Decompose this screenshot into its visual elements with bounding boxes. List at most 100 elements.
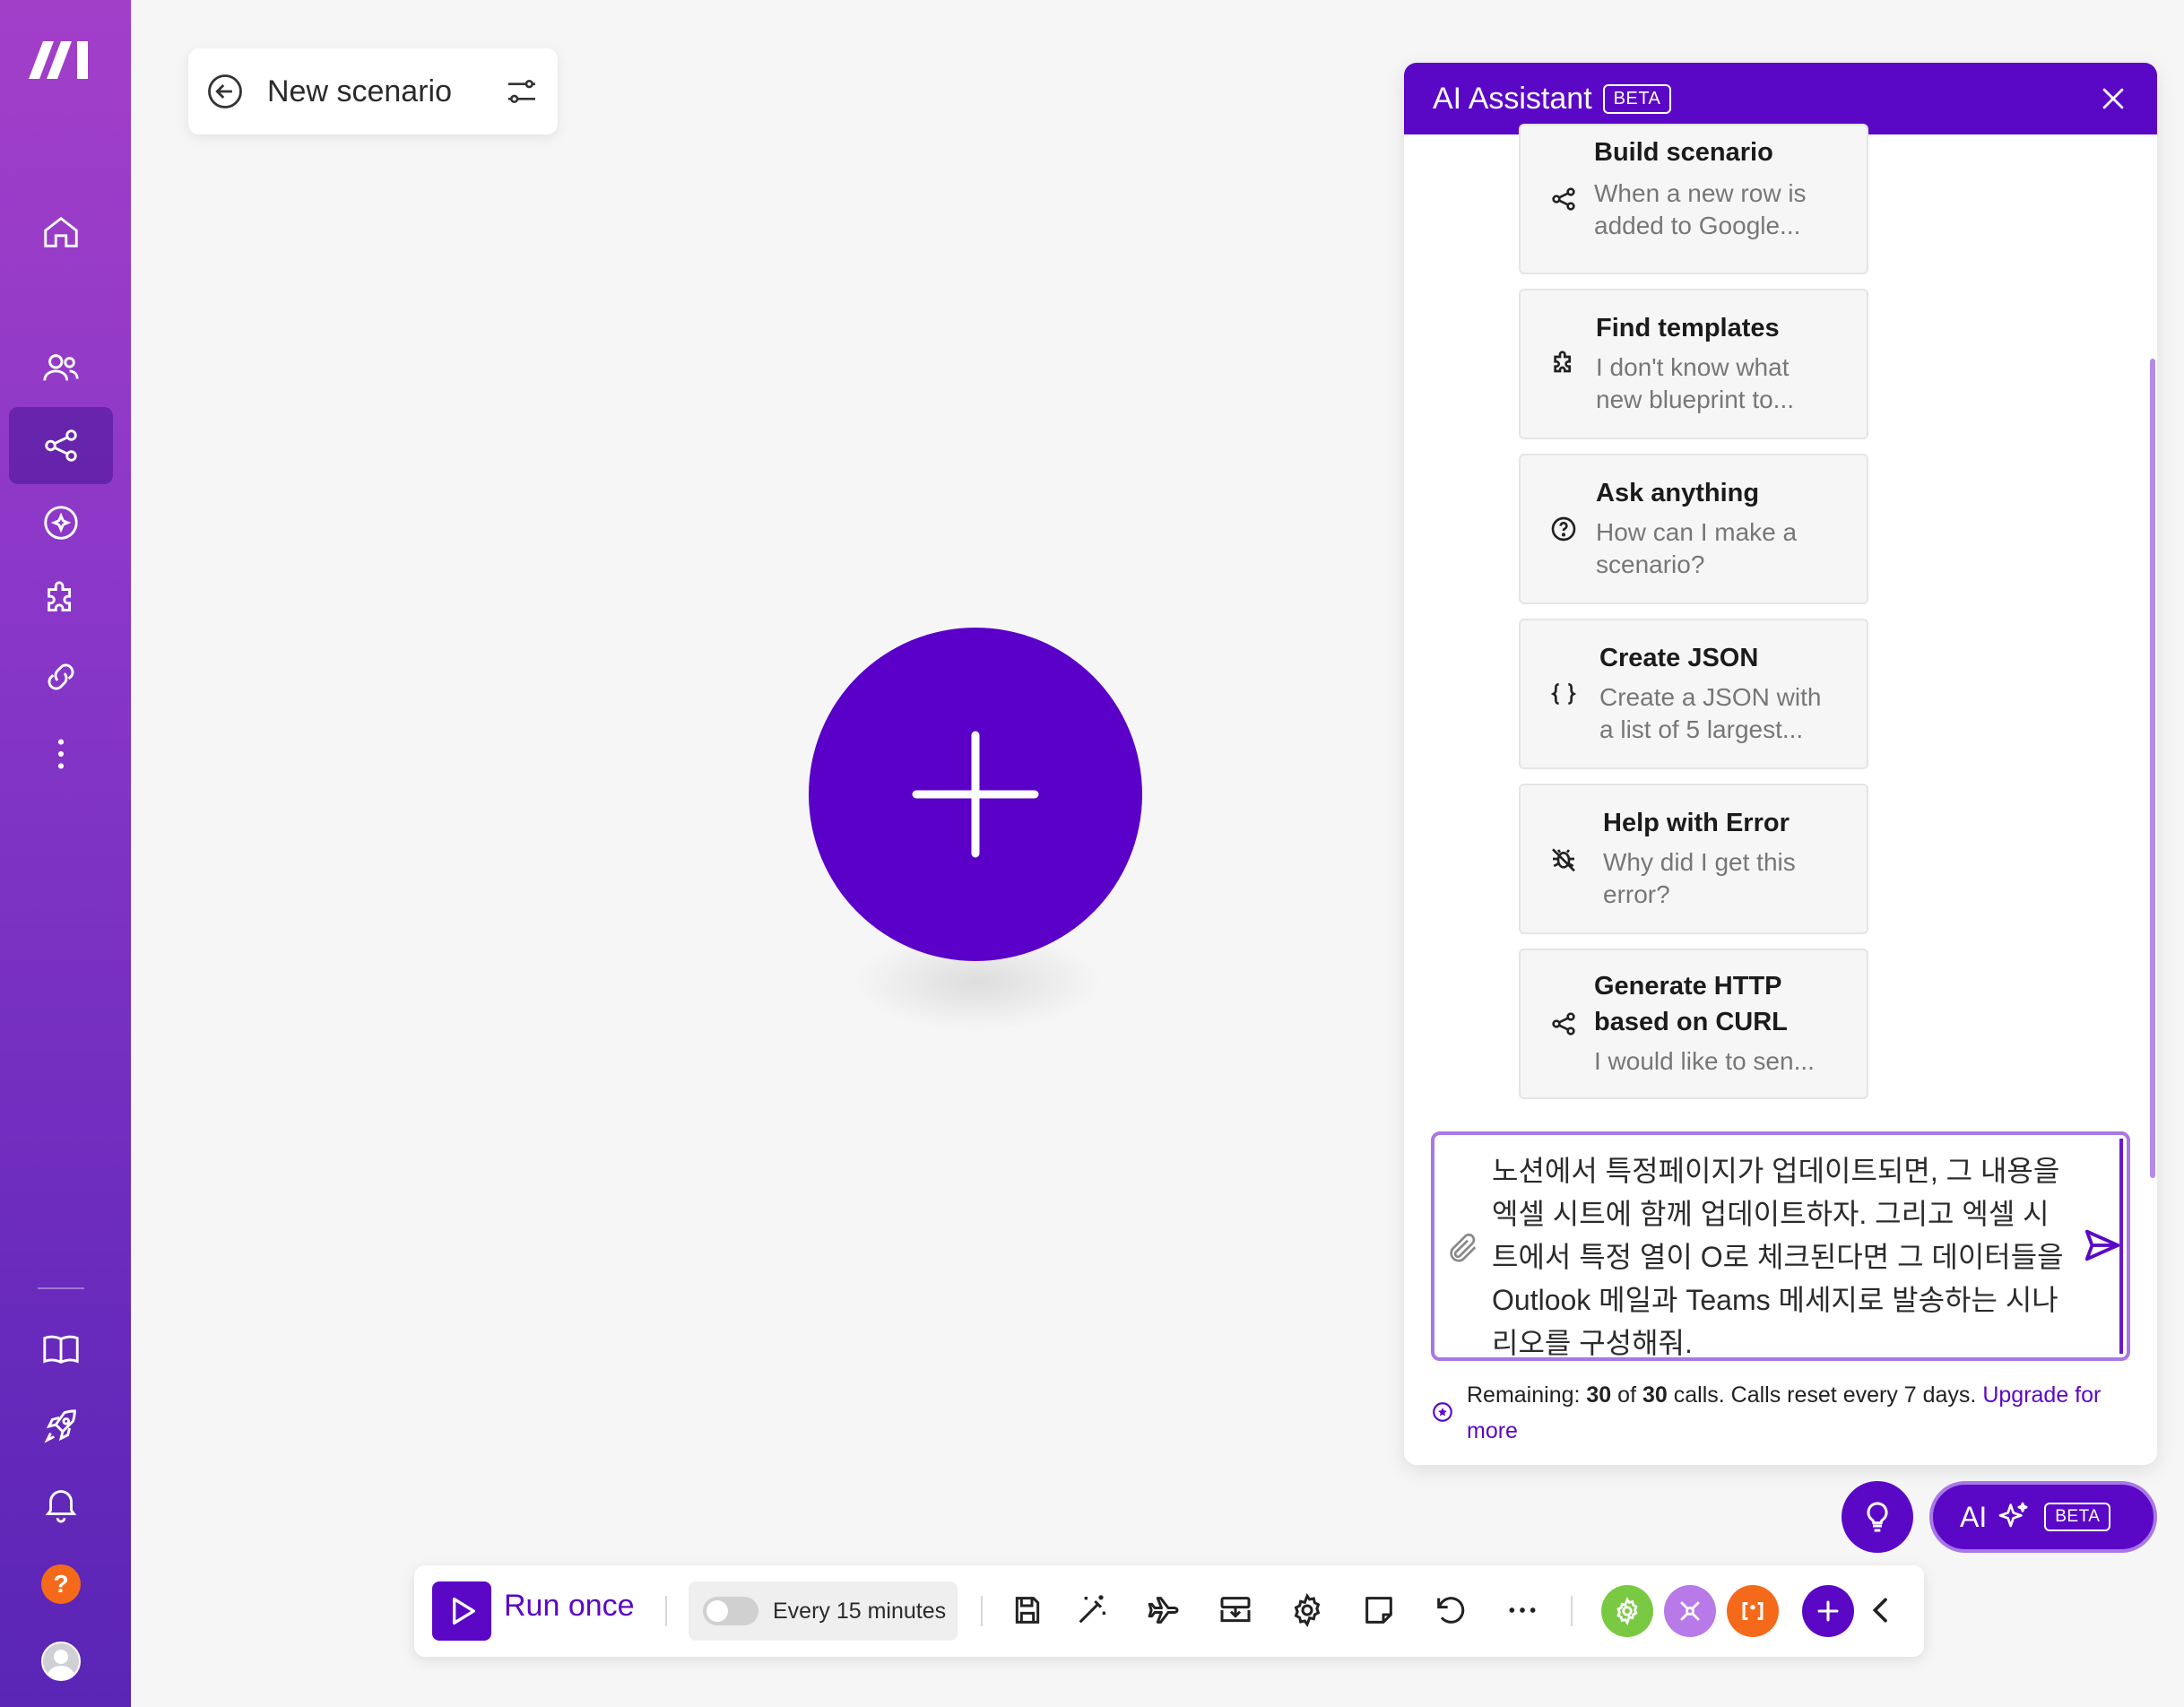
avatar xyxy=(41,1642,81,1681)
sidebar-scenarios[interactable] xyxy=(9,407,113,484)
book-icon xyxy=(43,1335,79,1364)
tips-button[interactable] xyxy=(1842,1481,1913,1553)
remaining-suffix: calls. Calls reset every 7 days. xyxy=(1673,1382,1977,1408)
sidebar-profile[interactable] xyxy=(9,1623,113,1700)
auto-align-button[interactable] xyxy=(1072,1590,1112,1630)
share-icon xyxy=(45,429,77,462)
sidebar-notifications[interactable] xyxy=(9,1465,113,1542)
settings-button[interactable] xyxy=(1287,1590,1327,1630)
collapse-toolbar-button[interactable] xyxy=(1861,1590,1901,1630)
textarea-scrollbar[interactable] xyxy=(2119,1139,2123,1354)
more-vertical-icon xyxy=(57,739,65,769)
add-first-module-button[interactable] xyxy=(809,628,1142,961)
beta-badge: BETA xyxy=(1602,83,1672,114)
ai-globe-icon xyxy=(44,506,78,540)
sidebar-templates[interactable] xyxy=(9,561,113,638)
scenario-title[interactable]: New scenario xyxy=(267,74,504,109)
suggestion-card-help-with-error[interactable]: Help with Error Why did I get this error… xyxy=(1519,784,1868,934)
remaining-calls-text: Remaining: 30 of 30 calls. Calls reset e… xyxy=(1467,1377,2130,1449)
explain-flow-button[interactable] xyxy=(1144,1590,1183,1630)
card-description: Create a JSON with a list of 5 largest..… xyxy=(1599,683,1822,743)
sidebar-connections[interactable] xyxy=(9,638,113,715)
schedule-toggle[interactable] xyxy=(703,1597,758,1625)
share-icon xyxy=(1552,187,1575,211)
make-logo[interactable] xyxy=(27,34,95,84)
prompt-textarea[interactable]: 노션에서 특정페이지가 업데이트되면, 그 내용을 엑셀 시트에 함께 업데이트… xyxy=(1431,1131,2130,1361)
star-badge-icon xyxy=(1433,1402,1452,1422)
card-description: I don't know what new blueprint to... xyxy=(1596,353,1795,413)
suggestion-card-find-templates[interactable]: Find templates I don't know what new blu… xyxy=(1519,289,1868,439)
flow-control-button[interactable] xyxy=(1664,1585,1716,1637)
back-arrow-icon[interactable] xyxy=(206,73,244,110)
sidebar-divider xyxy=(38,1287,84,1289)
chevron-left-icon xyxy=(1872,1598,1887,1623)
sidebar-home[interactable] xyxy=(9,194,113,271)
more-horizontal-icon xyxy=(1509,1607,1536,1613)
inbox-icon xyxy=(1220,1597,1251,1623)
sidebar: ? xyxy=(0,0,131,1707)
scenario-io-button[interactable] xyxy=(1216,1590,1255,1630)
scenario-header: New scenario xyxy=(188,48,558,134)
lightbulb-icon xyxy=(1867,1502,1888,1532)
more-button[interactable] xyxy=(1503,1590,1542,1630)
question-icon xyxy=(1551,516,1576,542)
save-button[interactable] xyxy=(1008,1590,1047,1630)
send-icon[interactable] xyxy=(2082,1225,2123,1266)
puzzle-icon xyxy=(1554,351,1571,373)
sidebar-whats-new[interactable] xyxy=(9,1388,113,1465)
scenario-toolbar: Run once Every 15 minutes xyxy=(414,1565,1924,1657)
undo-button[interactable] xyxy=(1431,1590,1470,1630)
card-title: Ask anything xyxy=(1596,479,1760,507)
puzzle-icon xyxy=(48,581,72,611)
home-icon xyxy=(44,216,78,247)
ai-assistant-button[interactable]: AI BETA xyxy=(1929,1481,2157,1553)
run-once-label[interactable]: Run once xyxy=(504,1589,635,1624)
tools-button[interactable] xyxy=(1601,1585,1653,1637)
plus-icon xyxy=(912,731,1039,858)
paperclip-icon[interactable] xyxy=(1445,1230,1481,1266)
sidebar-more[interactable] xyxy=(9,715,113,793)
card-description: Why did I get this error? xyxy=(1603,848,1796,908)
braces-icon xyxy=(1550,683,1577,705)
undo-icon xyxy=(1437,1597,1465,1624)
text-parser-button[interactable] xyxy=(1727,1585,1779,1637)
play-icon xyxy=(453,1598,475,1625)
sidebar-team[interactable] xyxy=(9,330,113,407)
panel-scrollbar[interactable] xyxy=(2150,359,2155,1178)
toolbar-divider xyxy=(1571,1596,1573,1626)
card-description: I would like to sen... xyxy=(1594,1047,1815,1075)
airplane-icon xyxy=(1148,1597,1179,1624)
ai-button-label: AI xyxy=(1960,1500,1988,1533)
sidebar-help[interactable]: ? xyxy=(9,1546,113,1623)
suggestion-card-create-json[interactable]: Create JSON Create a JSON with a list of… xyxy=(1519,619,1868,769)
add-module-button[interactable] xyxy=(1802,1585,1854,1637)
beta-badge: BETA xyxy=(2044,1503,2111,1531)
ai-assistant-panel: AI Assistant BETA Build scenario When a … xyxy=(1404,63,2157,1465)
gear-icon xyxy=(1294,1592,1321,1628)
ai-panel-title: AI Assistant xyxy=(1433,81,1592,116)
notes-button[interactable] xyxy=(1359,1590,1399,1630)
magic-wand-icon xyxy=(1079,1595,1105,1624)
card-title: Create JSON xyxy=(1599,644,1759,672)
sliders-icon[interactable] xyxy=(504,74,540,109)
close-icon[interactable] xyxy=(2098,83,2128,114)
schedule-label: Every 15 minutes xyxy=(773,1598,947,1624)
card-description: When a new row is added to Google... xyxy=(1594,179,1807,239)
sidebar-docs[interactable] xyxy=(9,1311,113,1388)
suggestion-card-generate-http[interactable]: Generate HTTP based on CURL I would like… xyxy=(1519,949,1868,1099)
suggestion-card-ask-anything[interactable]: Ask anything How can I make a scenario? xyxy=(1519,454,1868,604)
remaining-label: Remaining: xyxy=(1467,1382,1581,1408)
sidebar-ai-agents[interactable] xyxy=(9,484,113,561)
save-icon xyxy=(1015,1597,1040,1624)
suggestion-card-build-scenario[interactable]: Build scenario When a new row is added t… xyxy=(1519,124,1868,274)
brackets-icon xyxy=(1742,1601,1764,1621)
link-icon xyxy=(48,663,74,690)
card-title: Build scenario xyxy=(1594,138,1773,167)
prompt-text: 노션에서 특정페이지가 업데이트되면, 그 내용을 엑셀 시트에 함께 업데이트… xyxy=(1492,1155,2064,1359)
help-icon: ? xyxy=(41,1564,81,1604)
schedule-control[interactable]: Every 15 minutes xyxy=(689,1581,958,1641)
card-title: Find templates xyxy=(1596,314,1780,342)
remaining-total: 30 xyxy=(1642,1382,1668,1408)
run-once-button[interactable] xyxy=(432,1581,491,1641)
remaining-used: 30 xyxy=(1586,1382,1612,1408)
